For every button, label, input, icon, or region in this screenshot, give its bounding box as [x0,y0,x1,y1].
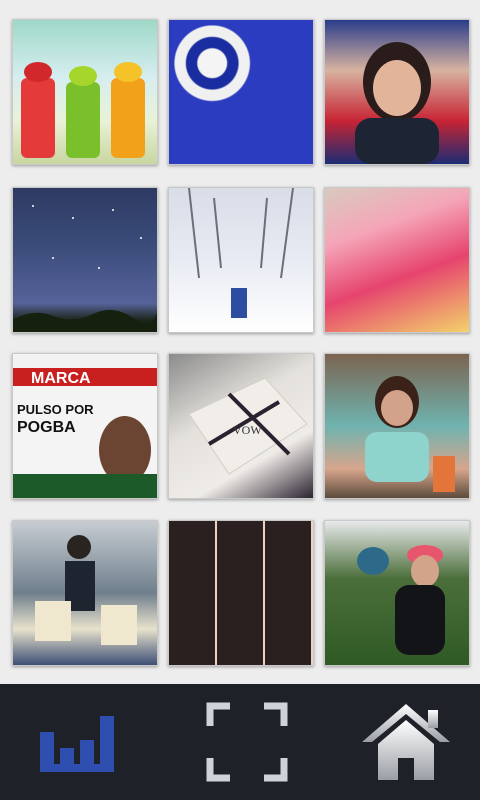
subway-artwork [35,535,137,645]
bar-chart-icon [40,716,114,772]
home-icon [362,704,450,780]
svg-text:PULSO POR: PULSO POR [17,402,94,417]
photo-tile-subway[interactable] [12,520,158,666]
svg-text:POGBA: POGBA [17,419,76,436]
marca-masthead: MARCA [31,370,91,387]
marca-artwork: MARCA PULSO POR POGBA [13,368,157,498]
frame-corners-icon [206,702,288,782]
vow-label: VOW [233,423,262,437]
photo-tile-roses[interactable] [168,19,314,165]
diner-artwork [365,376,455,492]
photo-tile-beach[interactable] [324,187,470,333]
tab-stats[interactable] [0,684,160,800]
photo-grid: MARCA PULSO POR POGBA VOW [0,0,480,684]
photo-tile-drinks[interactable] [12,19,158,165]
photo-tile-diner[interactable] [324,353,470,499]
night-sky-artwork [13,205,157,332]
tab-scan[interactable] [160,684,320,800]
drinks-artwork [21,62,145,158]
bottom-tab-bar [0,684,480,800]
tab-home[interactable] [320,684,480,800]
photo-tile-girl[interactable] [324,19,470,165]
snow-artwork [188,188,294,318]
girl-artwork [355,42,439,164]
photo-tile-vow-box[interactable]: VOW [168,353,314,499]
photo-tile-night-sky[interactable] [12,187,158,333]
vow-artwork: VOW [188,377,308,475]
photo-tile-snowy-park[interactable] [168,187,314,333]
photo-tile-park[interactable] [324,520,470,666]
park-artwork [357,545,445,655]
photo-tile-collage[interactable] [168,520,314,666]
photo-tile-marca-cover[interactable]: MARCA PULSO POR POGBA [12,353,158,499]
